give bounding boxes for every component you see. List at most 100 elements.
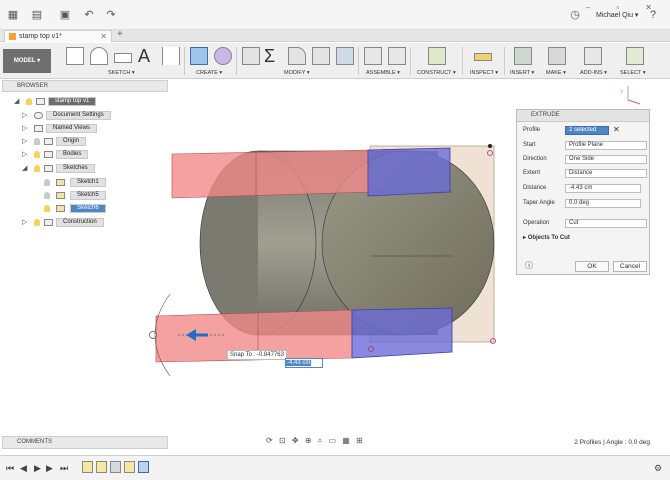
expand-triangle-icon[interactable]: ▷ [22, 137, 27, 146]
chamfer-icon[interactable] [312, 47, 330, 65]
create-sketch-icon[interactable] [66, 47, 84, 65]
ok-button[interactable]: OK [575, 261, 609, 272]
redo-icon[interactable]: ↷ [104, 8, 118, 22]
visibility-bulb-icon[interactable] [26, 98, 32, 105]
insert-image-icon[interactable] [514, 47, 532, 65]
file-icon[interactable]: ▤ [30, 8, 44, 22]
visibility-bulb-icon[interactable] [44, 205, 50, 212]
profile-selection[interactable]: 2 selected [565, 126, 609, 135]
modify-menu[interactable]: MODIFY ▾ [284, 70, 310, 76]
visibility-bulb-icon[interactable] [44, 192, 50, 199]
press-pull-icon[interactable] [242, 47, 260, 65]
clock-icon[interactable]: ◷ [568, 8, 582, 22]
selected-face-bottom[interactable] [351, 307, 453, 359]
step-back-icon[interactable]: ◀ [20, 463, 27, 474]
tree-item-document-settings[interactable]: ▷ Document Settings [22, 111, 111, 120]
offset-plane-icon[interactable] [428, 47, 446, 65]
display-settings-icon[interactable]: ▭ [328, 436, 338, 445]
timeline-settings-icon[interactable]: ⚙ [654, 463, 662, 474]
orbit-icon[interactable]: ⟳ [266, 436, 275, 445]
sigma-icon[interactable]: Σ [264, 47, 282, 65]
browser-header[interactable]: BROWSER [2, 80, 168, 92]
dimension-icon[interactable] [162, 47, 180, 65]
operation-select[interactable]: Cut [565, 219, 647, 228]
save-icon[interactable]: ▣ [58, 8, 72, 22]
timeline-feature-active[interactable] [138, 461, 149, 473]
comments-panel[interactable]: COMMENTS [2, 436, 168, 449]
visibility-bulb-icon[interactable] [34, 138, 40, 145]
joint-icon[interactable] [388, 47, 406, 65]
expand-triangle-icon[interactable]: ▷ [22, 150, 27, 159]
workspace-switcher[interactable]: MODEL ▾ [3, 49, 51, 73]
distance-input-inline[interactable]: -4.43 cm [285, 358, 323, 368]
insert-menu[interactable]: INSERT ▾ [510, 70, 534, 76]
construct-menu[interactable]: CONSTRUCT ▾ [417, 70, 456, 76]
user-menu[interactable]: Michael Qiu ▾ [596, 11, 638, 19]
text-icon[interactable]: A [138, 47, 156, 65]
cut-profile-top[interactable] [171, 149, 371, 199]
cancel-button[interactable]: Cancel [613, 261, 647, 272]
visibility-bulb-icon[interactable] [34, 151, 40, 158]
fit-icon[interactable]: ⌕ [318, 436, 324, 445]
expand-triangle-icon[interactable]: ▷ [22, 124, 27, 133]
inspect-menu[interactable]: INSPECT ▾ [470, 70, 498, 76]
selected-face-top[interactable] [367, 147, 451, 197]
form-icon[interactable] [214, 47, 232, 65]
undo-icon[interactable]: ↶ [82, 8, 96, 22]
look-at-icon[interactable]: ⊡ [279, 436, 288, 445]
tree-item-sketches[interactable]: ◢ Sketches [22, 164, 95, 173]
go-to-end-icon[interactable]: ⏭ [60, 463, 68, 474]
document-tab[interactable]: stamp top v1* ✕ [4, 30, 112, 42]
timeline-feature-sketch[interactable] [82, 461, 93, 473]
close-tab-icon[interactable]: ✕ [100, 31, 107, 42]
rectangle-icon[interactable] [114, 53, 132, 63]
tree-item-named-views[interactable]: ▷ Named Views [22, 124, 97, 133]
step-forward-icon[interactable]: ▶ [46, 463, 53, 474]
objects-to-cut-toggle[interactable]: ▸ Objects To Cut [523, 233, 570, 243]
tree-item-bodies[interactable]: ▷ Bodies [22, 150, 89, 159]
tree-item-sketch5[interactable]: Sketch5 [44, 191, 106, 200]
sketch-menu[interactable]: SKETCH ▾ [108, 70, 135, 76]
fillet-icon[interactable] [288, 47, 306, 65]
browser-root[interactable]: ◢ stamp top v1 [14, 97, 97, 106]
window-controls[interactable]: – ▫ ✕ [586, 3, 664, 12]
start-select[interactable]: Profile Plane [565, 141, 647, 150]
distance-field[interactable]: -4.43 cm [565, 184, 641, 193]
zoom-icon[interactable]: ⊕ [305, 436, 314, 445]
info-icon[interactable]: ⓘ [525, 261, 533, 271]
tree-item-sketch6[interactable]: Sketch6 [44, 204, 106, 213]
play-icon[interactable]: ▶ [34, 463, 41, 474]
visibility-bulb-icon[interactable] [44, 179, 50, 186]
expand-triangle-icon[interactable]: ▷ [22, 111, 27, 120]
collapse-triangle-icon[interactable]: ◢ [14, 97, 19, 106]
print-3d-icon[interactable] [548, 47, 566, 65]
add-ins-icon[interactable] [584, 47, 602, 65]
expand-triangle-icon[interactable]: ▷ [22, 218, 27, 227]
timeline-feature-extrude[interactable] [110, 461, 121, 473]
timeline-feature-sketch[interactable] [96, 461, 107, 473]
assemble-menu[interactable]: ASSEMBLE ▾ [366, 70, 400, 76]
extent-select[interactable]: Distance [565, 169, 647, 178]
select-menu[interactable]: SELECT ▾ [620, 70, 646, 76]
new-tab-icon[interactable]: + [117, 29, 123, 40]
extrude-icon[interactable] [190, 47, 208, 65]
tree-item-sketch1[interactable]: Sketch1 [44, 178, 106, 187]
timeline-feature-sketch[interactable] [124, 461, 135, 473]
shell-icon[interactable] [336, 47, 354, 65]
grid-menu-icon[interactable]: ▦ [6, 8, 20, 22]
add-ins-menu[interactable]: ADD-INS ▾ [580, 70, 607, 76]
select-icon[interactable] [626, 47, 644, 65]
make-menu[interactable]: MAKE ▾ [546, 70, 566, 76]
clear-selection-icon[interactable]: ✕ [613, 125, 620, 135]
visibility-bulb-icon[interactable] [34, 165, 40, 172]
arc-icon[interactable] [90, 47, 108, 65]
pan-icon[interactable]: ✥ [292, 436, 301, 445]
new-component-icon[interactable] [364, 47, 382, 65]
create-menu[interactable]: CREATE ▾ [196, 70, 222, 76]
tree-item-construction[interactable]: ▷ Construction [22, 218, 104, 227]
tree-item-origin[interactable]: ▷ Origin [22, 137, 87, 146]
collapse-triangle-icon[interactable]: ◢ [22, 164, 27, 173]
visibility-bulb-icon[interactable] [34, 219, 40, 226]
go-to-start-icon[interactable]: ⏮ [6, 463, 14, 474]
corner-point[interactable] [488, 144, 492, 148]
